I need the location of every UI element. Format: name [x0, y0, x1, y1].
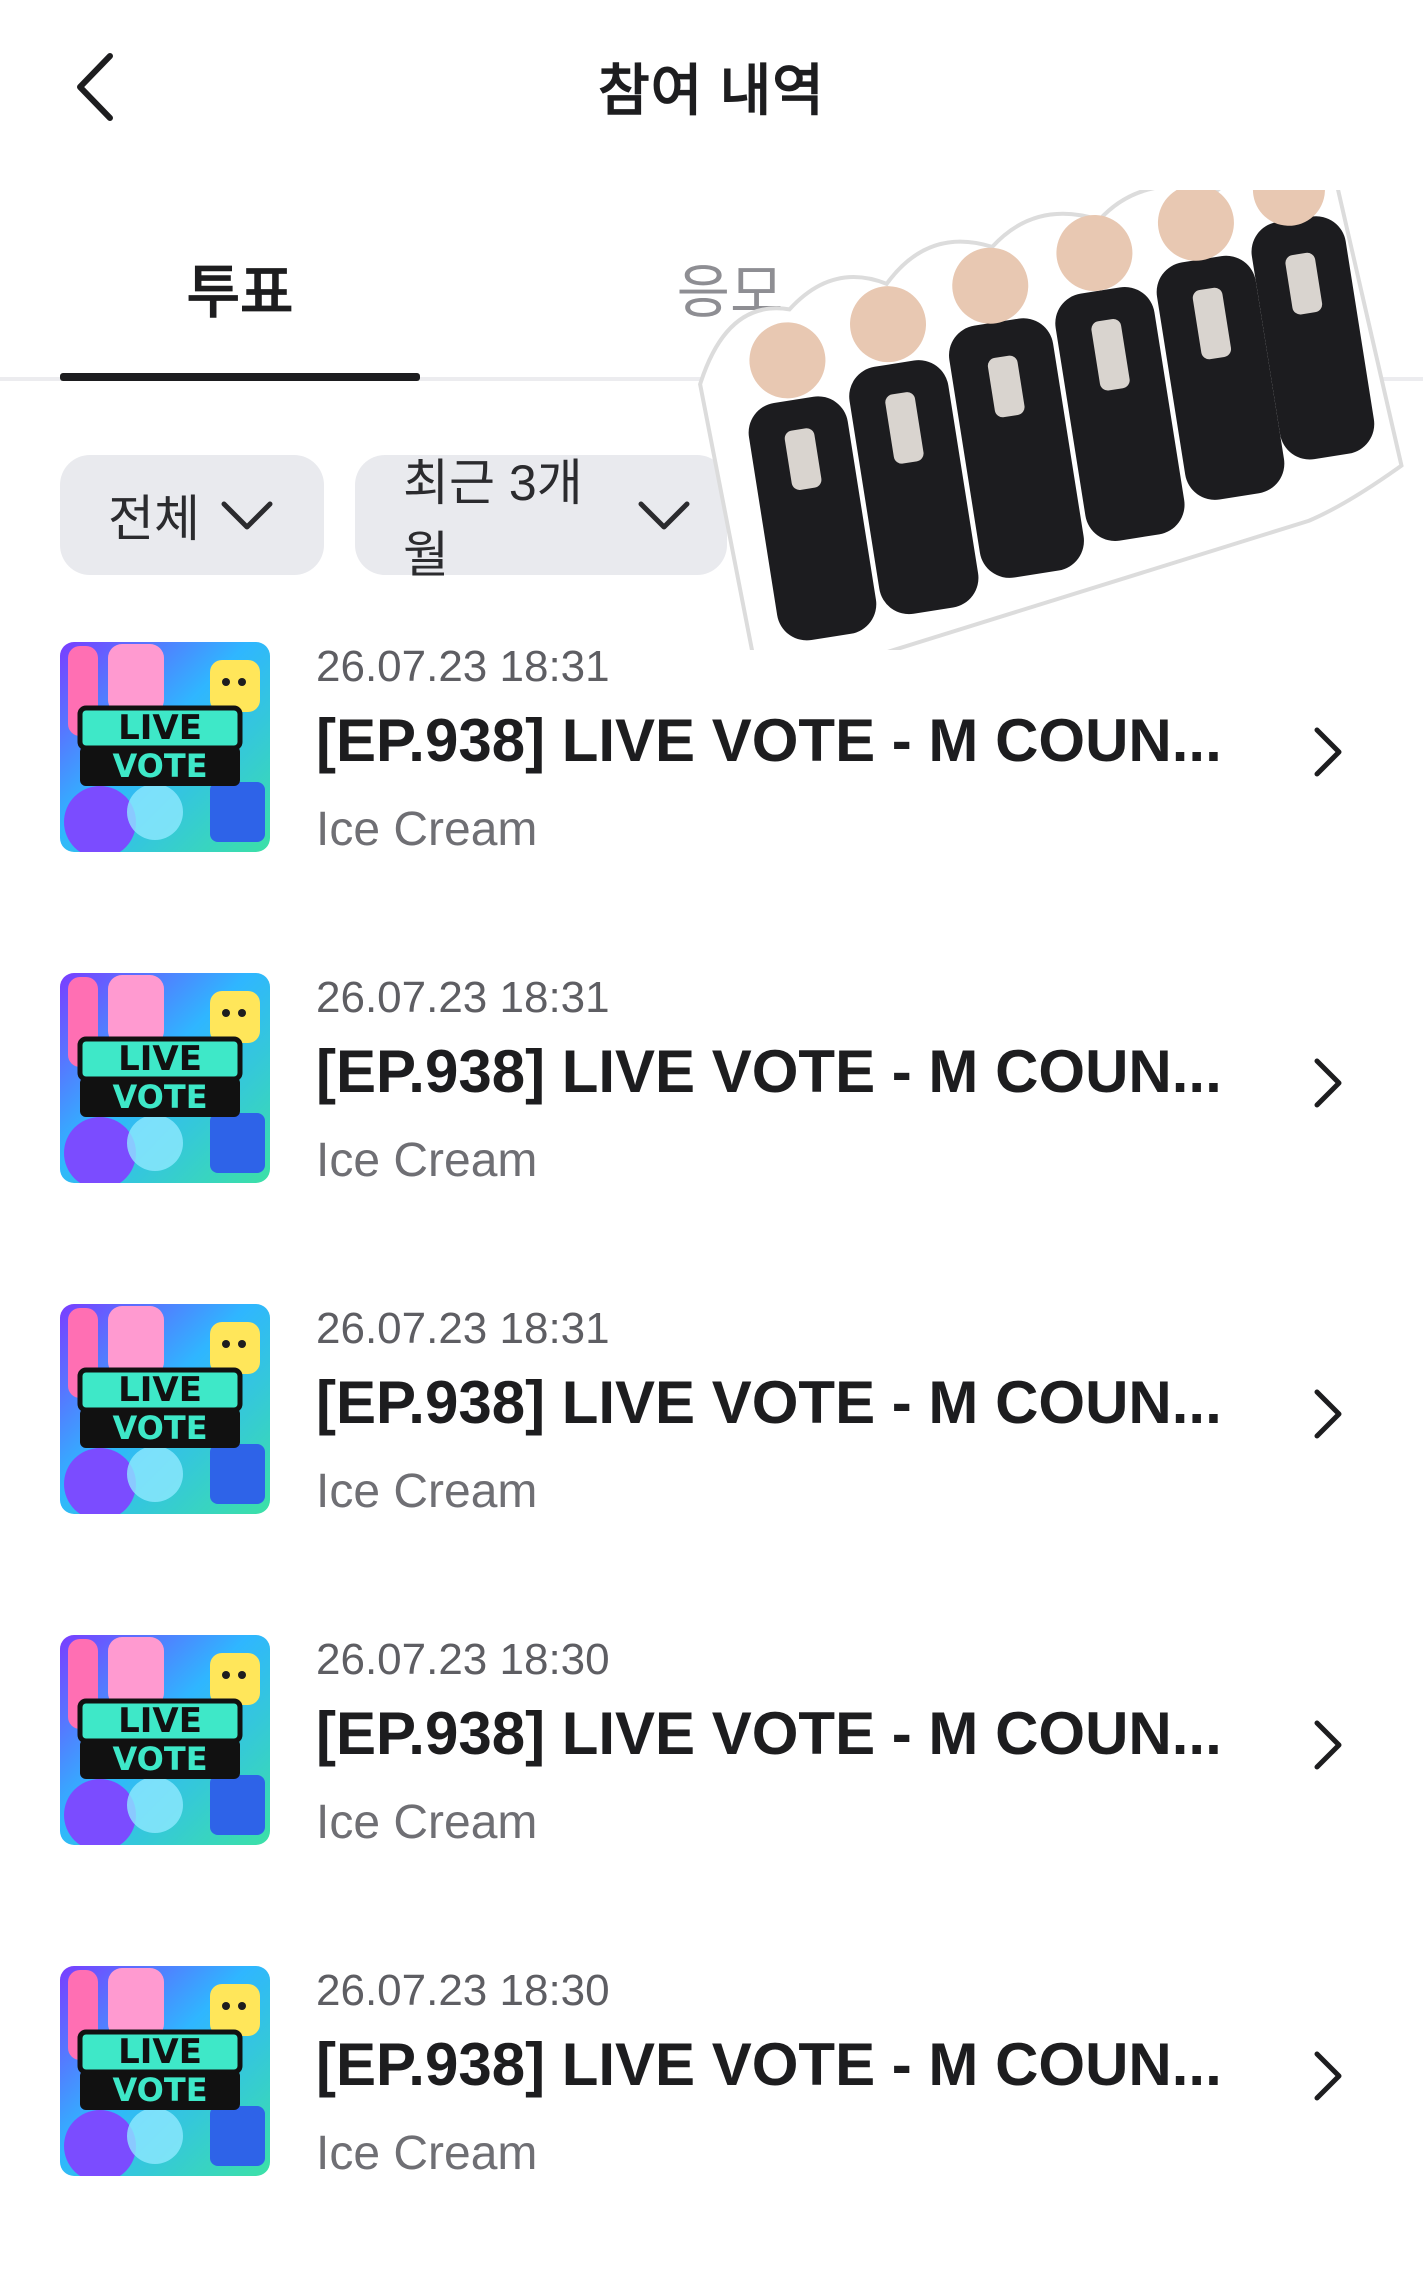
thumbnail-vote-text: VOTE: [112, 2071, 208, 2109]
group-photo-sticker: [690, 153, 1410, 676]
chevron-down-icon: [637, 498, 691, 532]
item-date: 26.07.23 18:31: [316, 973, 610, 1022]
chevron-right-icon: [1300, 716, 1356, 788]
tab-vote[interactable]: 투표: [60, 245, 420, 345]
item-title: [EP.938] LIVE VOTE - M COUN...: [316, 1369, 1222, 1436]
list-item[interactable]: LIVE VOTE 26.07.23 18:31 [EP.938] LIVE V…: [0, 957, 1423, 1288]
filter-period-dropdown[interactable]: 최근 3개월: [355, 455, 727, 583]
thumbnail-vote-text: VOTE: [112, 1409, 208, 1447]
thumbnail-vote-text: VOTE: [112, 747, 208, 785]
thumbnail-live-text: LIVE: [118, 1039, 202, 1079]
item-subtitle: Ice Cream: [316, 2127, 538, 2180]
chevron-right-icon: [1300, 1047, 1356, 1119]
item-date: 26.07.23 18:30: [316, 1966, 610, 2015]
item-subtitle: Ice Cream: [316, 1465, 538, 1518]
live-vote-thumbnail: LIVE VOTE: [60, 1966, 270, 2176]
list-item[interactable]: LIVE VOTE 26.07.23 18:31 [EP.938] LIVE V…: [0, 626, 1423, 957]
item-title: [EP.938] LIVE VOTE - M COUN...: [316, 707, 1222, 774]
filter-all-label: 전체: [108, 491, 200, 547]
item-title: [EP.938] LIVE VOTE - M COUN...: [316, 1700, 1222, 1767]
item-subtitle: Ice Cream: [316, 803, 538, 856]
item-title: [EP.938] LIVE VOTE - M COUN...: [316, 1038, 1222, 1105]
live-vote-thumbnail: LIVE VOTE: [60, 1635, 270, 1845]
list-item[interactable]: LIVE VOTE 26.07.23 18:30 [EP.938] LIVE V…: [0, 1619, 1423, 1950]
thumbnail-live-text: LIVE: [118, 1701, 202, 1741]
live-vote-thumbnail: LIVE VOTE: [60, 1304, 270, 1514]
active-tab-indicator: [60, 373, 420, 381]
item-date: 26.07.23 18:31: [316, 1304, 610, 1353]
item-title: [EP.938] LIVE VOTE - M COUN...: [316, 2031, 1222, 2098]
item-subtitle: Ice Cream: [316, 1796, 538, 1849]
chevron-down-icon: [220, 498, 274, 532]
live-vote-thumbnail: LIVE VOTE: [60, 642, 270, 852]
live-vote-thumbnail: LIVE VOTE: [60, 973, 270, 1183]
thumbnail-vote-text: VOTE: [112, 1078, 208, 1116]
list-item[interactable]: LIVE VOTE 26.07.23 18:30 [EP.938] LIVE V…: [0, 1950, 1423, 2281]
item-date: 26.07.23 18:31: [316, 642, 610, 691]
filter-all-dropdown[interactable]: 전체: [60, 455, 324, 575]
chevron-right-icon: [1300, 1709, 1356, 1781]
item-subtitle: Ice Cream: [316, 1134, 538, 1187]
thumbnail-live-text: LIVE: [118, 1370, 202, 1410]
chevron-right-icon: [1300, 1378, 1356, 1450]
item-date: 26.07.23 18:30: [316, 1635, 610, 1684]
thumbnail-live-text: LIVE: [118, 708, 202, 748]
participation-list: LIVE VOTE 26.07.23 18:31 [EP.938] LIVE V…: [0, 626, 1423, 2281]
chevron-right-icon: [1300, 2040, 1356, 2112]
page-title: 참여 내역: [598, 59, 825, 122]
thumbnail-live-text: LIVE: [118, 2032, 202, 2072]
thumbnail-vote-text: VOTE: [112, 1740, 208, 1778]
filter-period-label: 최근 3개월: [403, 455, 583, 583]
header: 참여 내역: [0, 0, 1423, 170]
list-item[interactable]: LIVE VOTE 26.07.23 18:31 [EP.938] LIVE V…: [0, 1288, 1423, 1619]
